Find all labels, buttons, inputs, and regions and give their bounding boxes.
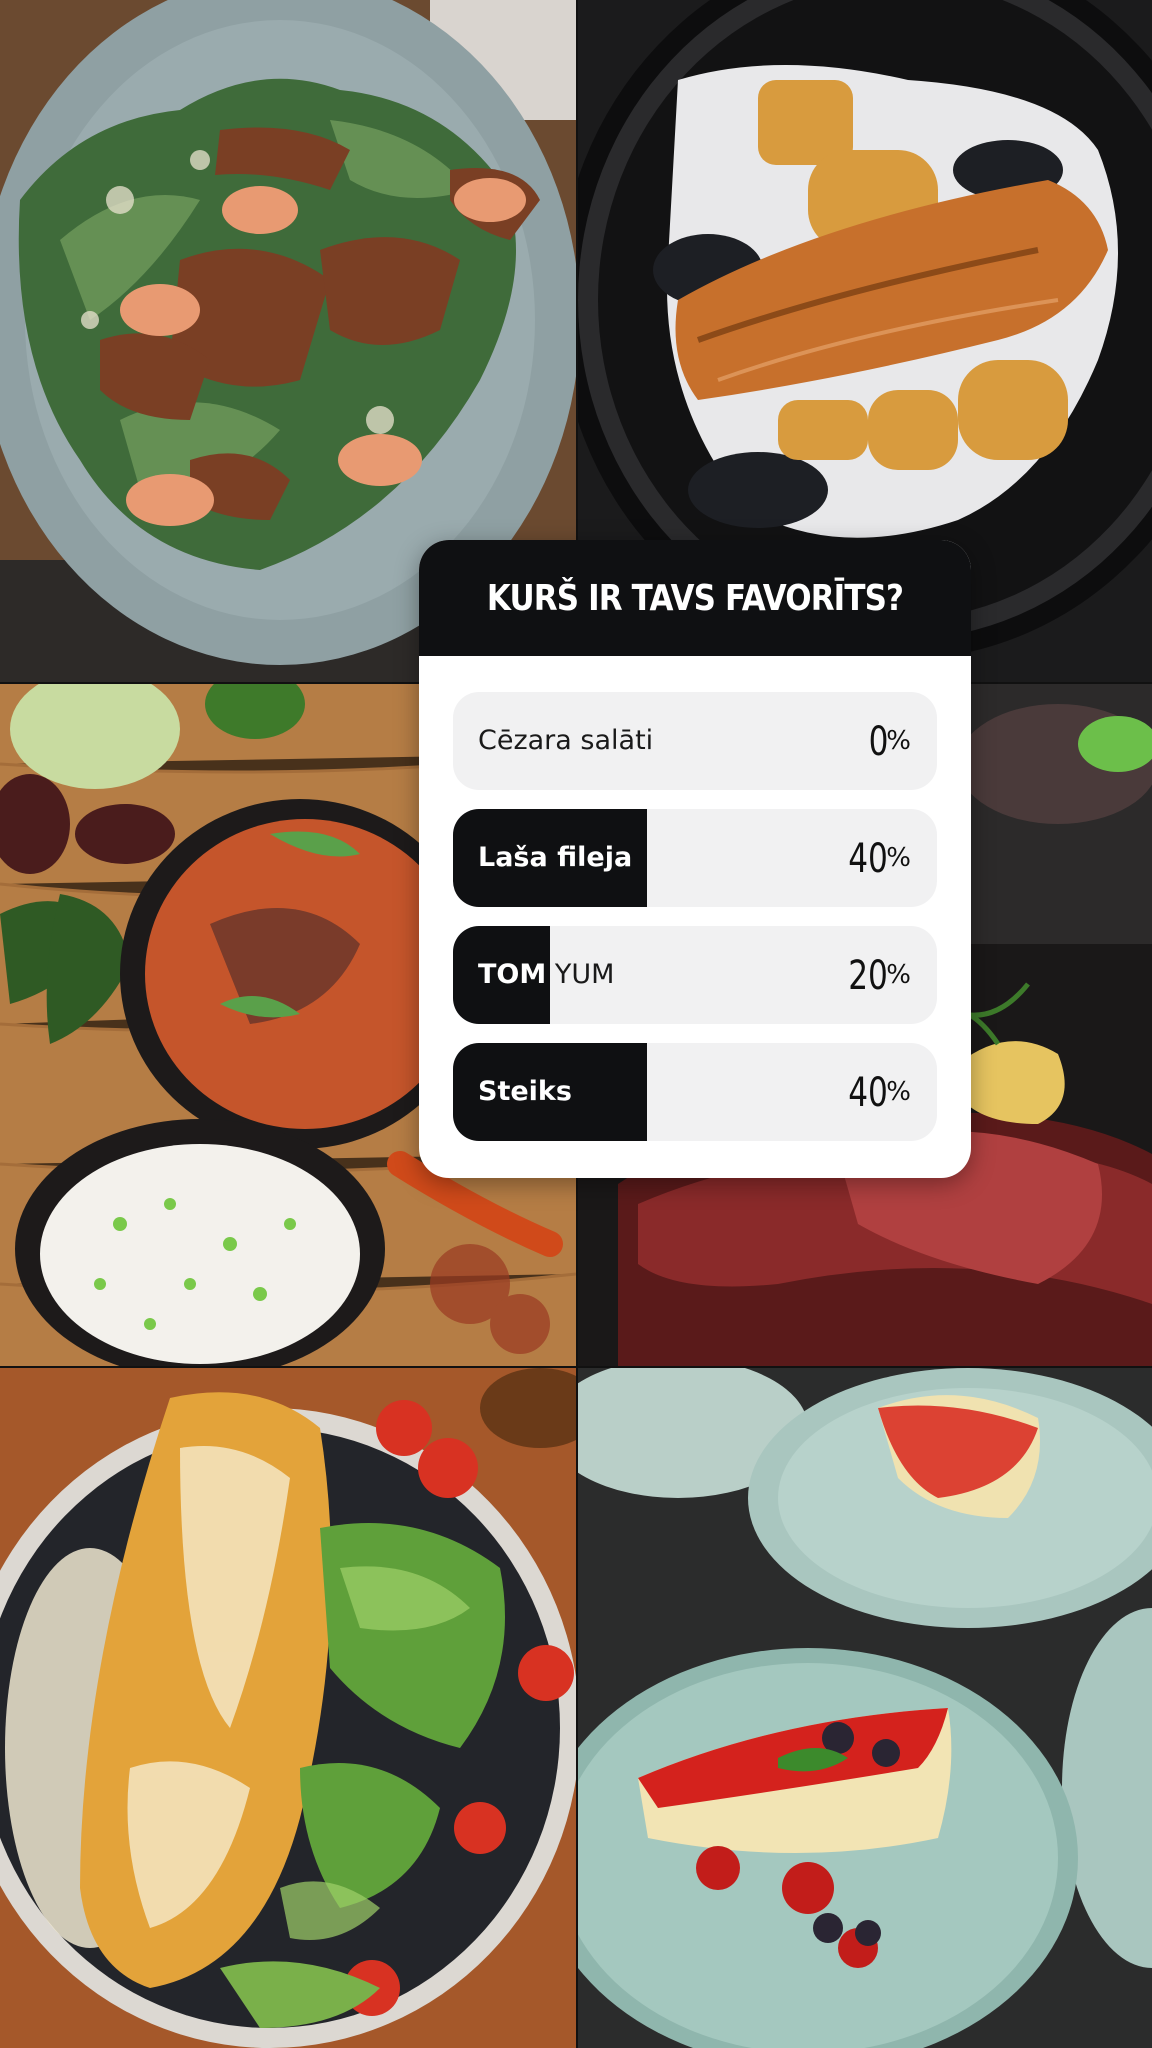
poll-option-lasa-fileja[interactable]: Laša fileja 40% [453,809,937,907]
poll-option-percent: 0% [868,719,911,765]
poll-sticker: KURŠ IR TAVS FAVORĪTS? Cēzara salāti 0% … [419,540,971,1178]
poll-option-percent: 40% [848,836,911,882]
poll-option-steiks[interactable]: Steiks 40% [453,1043,937,1141]
poll-option-tom-yum[interactable]: TOM YUM 20% [453,926,937,1024]
omelette-salad-photo [0,1368,576,2048]
poll-option-cezara-salati[interactable]: Cēzara salāti 0% [453,692,937,790]
poll-option-label: TOM YUM [478,959,615,990]
poll-option-percent: 20% [848,953,911,999]
story-canvas: KURŠ IR TAVS FAVORĪTS? Cēzara salāti 0% … [0,0,1152,2048]
poll-option-percent: 40% [848,1070,911,1116]
poll-question: KURŠ IR TAVS FAVORĪTS? [486,577,904,619]
poll-option-label: Steiks [478,1076,572,1107]
poll-options: Cēzara salāti 0% Laša fileja 40% TOM YUM… [419,656,971,1141]
poll-header: KURŠ IR TAVS FAVORĪTS? [419,540,971,656]
cheesecake-photo [578,1368,1152,2048]
poll-option-label: Cēzara salāti [478,725,654,756]
poll-option-label: Laša fileja [478,842,633,873]
